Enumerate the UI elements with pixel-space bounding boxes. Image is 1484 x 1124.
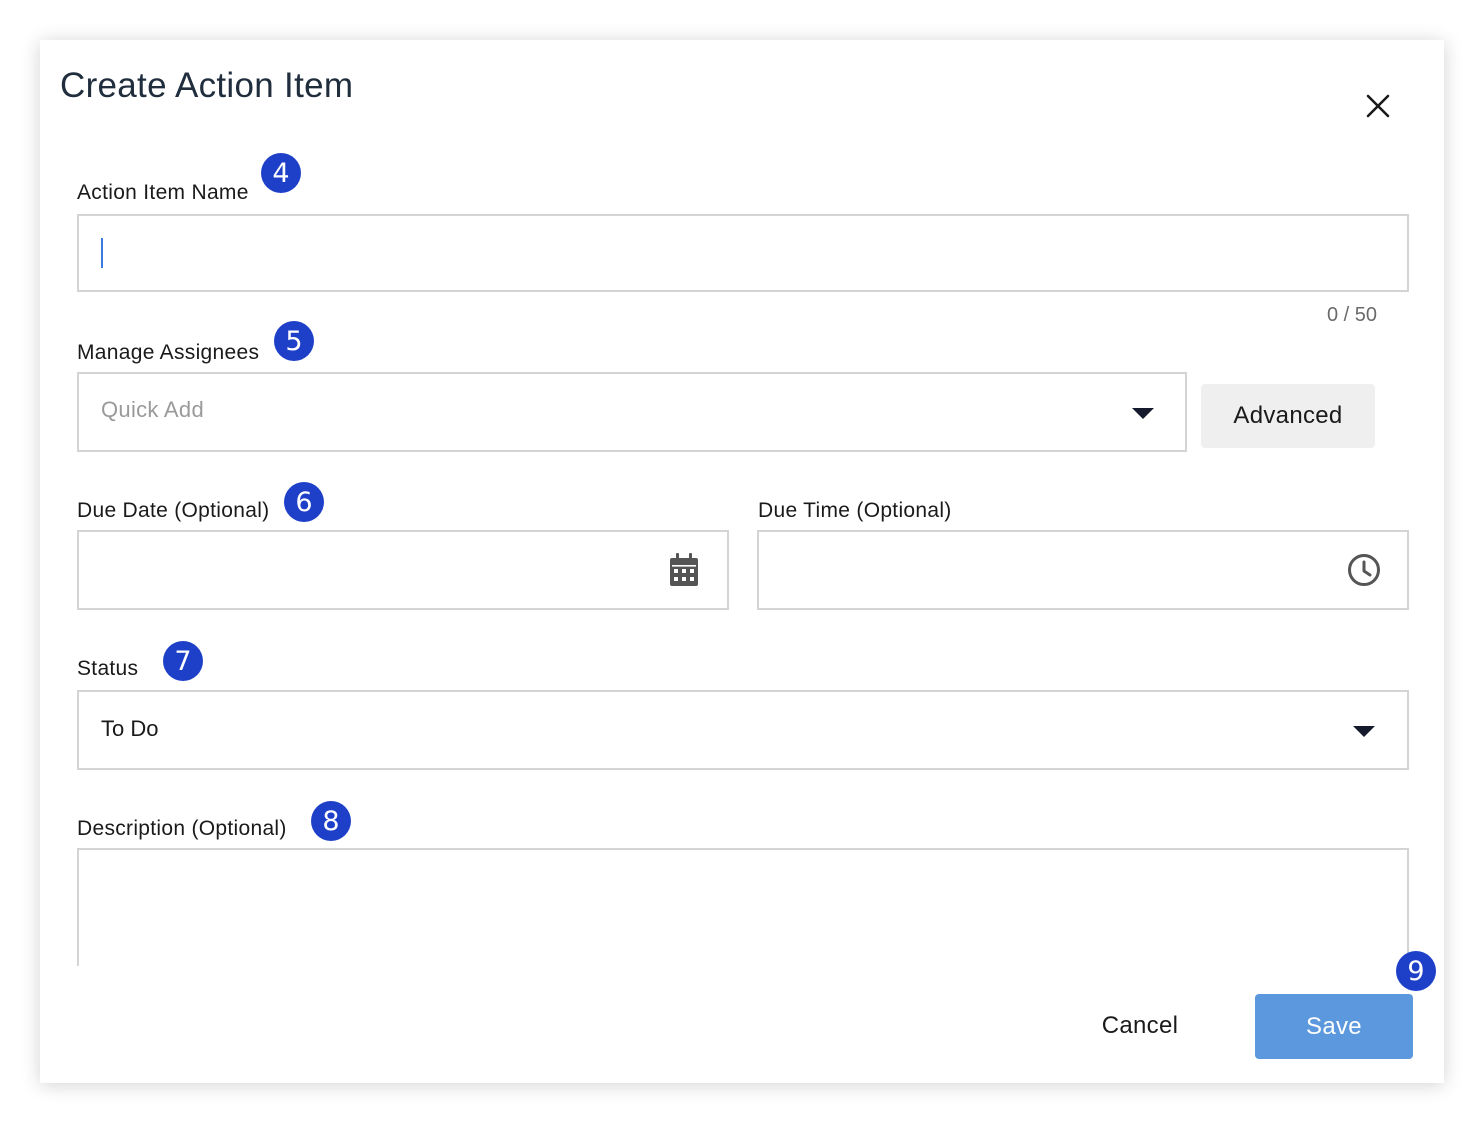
quick-add-placeholder: Quick Add xyxy=(101,397,204,422)
due-time-label: Due Time (Optional) xyxy=(758,499,952,522)
step-badge-7: 7 xyxy=(163,641,203,681)
close-icon xyxy=(1366,94,1390,118)
status-selected-value: To Do xyxy=(101,716,159,741)
quick-add-assignee-select[interactable]: Quick Add xyxy=(77,372,1187,452)
action-item-name-input[interactable] xyxy=(77,214,1409,292)
manage-assignees-label: Manage Assignees xyxy=(77,341,260,364)
dialog-title: Create Action Item xyxy=(60,66,354,105)
caret-down-icon xyxy=(1353,726,1375,737)
create-action-item-dialog: Create Action Item Action Item Name 4 0 … xyxy=(40,40,1444,1083)
advanced-button[interactable]: Advanced xyxy=(1201,384,1375,448)
step-badge-8: 8 xyxy=(311,801,351,841)
clock-icon[interactable] xyxy=(1347,553,1381,587)
due-date-label: Due Date (Optional) xyxy=(77,499,270,522)
text-cursor xyxy=(101,238,103,268)
step-badge-4: 4 xyxy=(261,153,301,193)
action-item-name-label: Action Item Name xyxy=(77,181,249,204)
cancel-button[interactable]: Cancel xyxy=(1080,1006,1200,1046)
step-badge-6: 6 xyxy=(284,482,324,522)
description-textarea[interactable] xyxy=(77,848,1409,966)
character-counter: 0 / 50 xyxy=(1327,304,1378,326)
description-label: Description (Optional) xyxy=(77,817,287,840)
calendar-icon[interactable] xyxy=(668,552,700,588)
status-select[interactable]: To Do xyxy=(77,690,1409,770)
due-date-input[interactable] xyxy=(77,530,729,610)
due-time-input[interactable] xyxy=(757,530,1409,610)
step-badge-5: 5 xyxy=(274,321,314,361)
caret-down-icon xyxy=(1132,408,1154,419)
save-button[interactable]: Save xyxy=(1255,994,1413,1059)
status-label: Status xyxy=(77,657,139,680)
step-badge-9: 9 xyxy=(1396,951,1436,991)
close-button[interactable] xyxy=(1362,90,1394,122)
